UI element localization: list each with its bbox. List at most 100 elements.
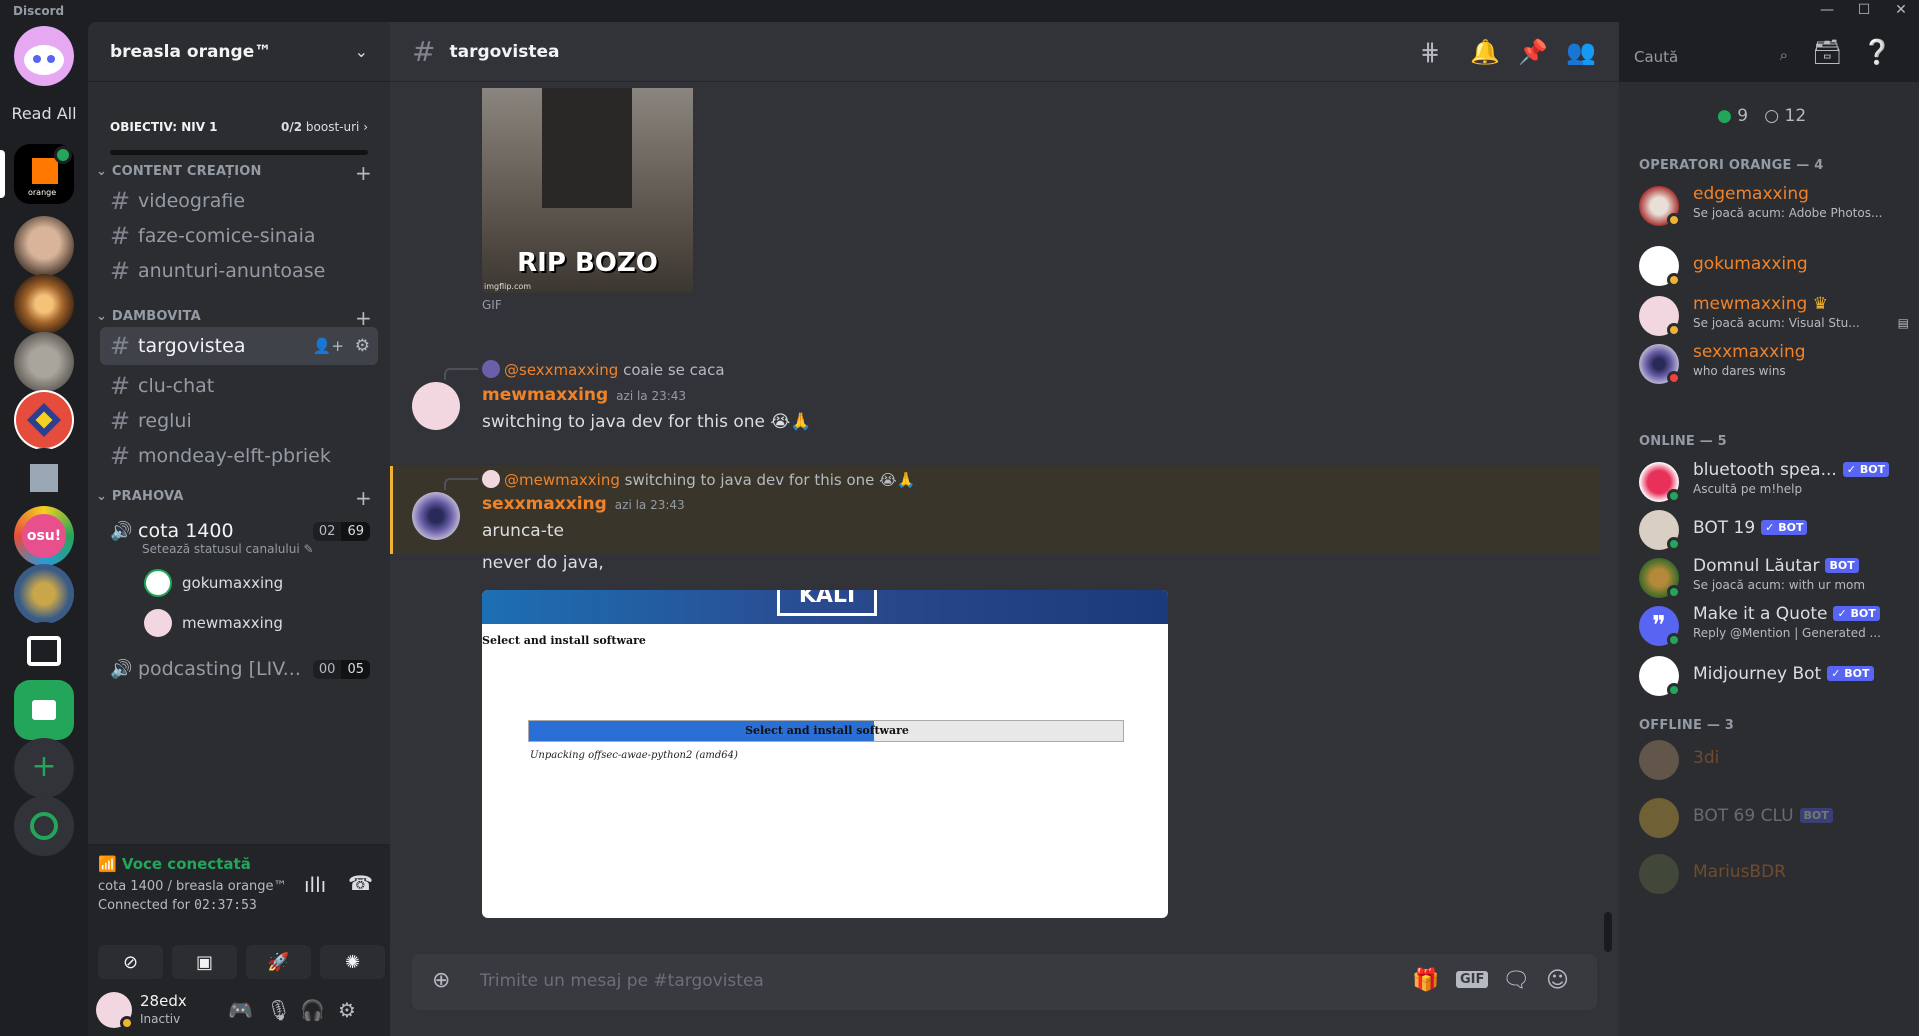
category-prahova[interactable]: ⌄ PRAHOVA + [96,486,382,510]
close-button[interactable]: ✕ [1886,2,1916,20]
voice-user-mewmaxxing[interactable]: mewmaxxing [144,608,283,638]
app-name: Discord [13,4,65,18]
inbox-icon[interactable]: 🗃 [1812,38,1842,66]
boost-goal[interactable]: OBIECTIV: NIV 1 0/2 boost-uri › [110,120,368,155]
message-author[interactable]: mewmaxxing [482,385,608,405]
message-timestamp: azi la 23:43 [616,389,687,403]
notification-bell-icon[interactable]: 🔔 [1470,38,1500,66]
category-content-creation[interactable]: ⌄ CONTENT CREAȚION + [96,161,382,185]
direct-messages-button[interactable] [14,26,74,86]
server-osu[interactable]: osu! [14,506,74,566]
member-make-it-a-quote[interactable]: ❞ Make it a Quote ✓ BOT Reply @Mention | G… [1639,602,1909,648]
message-timestamp: azi la 23:43 [614,498,685,512]
gif-attachment[interactable]: RIP BOZO imgflip.com [482,88,693,293]
bot-badge: BOT [1825,558,1859,573]
voice-location[interactable]: cota 1400 / breasla orange™ [98,879,287,894]
channel-mondeay-elft-pbriek[interactable]: # mondeay-elft-pbriek [100,437,378,475]
headphones-icon[interactable]: 🎧 [300,998,325,1022]
online-status-icon [1667,489,1681,503]
maximize-button[interactable]: ☐ [1849,2,1879,20]
channel-reglui[interactable]: # reglui [100,402,378,440]
soundboard-button[interactable]: ✺ [320,945,385,979]
message-composer[interactable]: ⊕ Trimite un mesaj pe #targovistea 🎁 GIF… [412,954,1597,1010]
bot-badge: ✓ BOT [1761,520,1808,535]
disconnect-icon[interactable]: ☎ [348,871,373,895]
bot-badge: ✓ BOT [1842,462,1890,477]
message-avatar[interactable] [412,382,460,430]
settings-gear-icon[interactable]: ⚙ [355,336,370,356]
member-sexxmaxxing[interactable]: sexxmaxxing who dares wins [1639,340,1909,386]
guild-header[interactable]: breasla orange™ ⌄ [88,22,390,82]
server-cat[interactable] [14,332,74,392]
sticker-icon[interactable]: 🗨 [1502,968,1530,993]
activities-button[interactable]: 🚀 [246,945,311,979]
server-meme[interactable] [14,564,74,624]
screen-share-button[interactable]: ▣ [172,945,237,979]
channel-anunturi-anuntoase[interactable]: # anunturi-anuntoase [100,252,378,290]
add-channel-button[interactable]: + [355,486,372,510]
channel-clu-chat[interactable]: # clu-chat [100,367,378,405]
member-list-icon[interactable]: 👥 [1566,38,1596,66]
pin-icon[interactable]: 📌 [1518,38,1548,66]
server-fire[interactable] [14,274,74,334]
member-3di[interactable]: 3di [1639,736,1909,782]
emoji-icon[interactable]: ☺ [1546,968,1569,993]
reply-preview[interactable]: @mewmaxxing switching to java dev for th… [482,470,915,489]
category-dambovita[interactable]: ⌄ DAMBOVITA + [96,306,382,330]
gamepad-icon[interactable]: 🎮 [228,998,253,1022]
member-mariusbdr[interactable]: MariusBDR [1639,850,1909,896]
voice-user-count: 00 05 [312,659,370,679]
user-name[interactable]: 28edx [140,992,187,1010]
scrollbar-thumb[interactable] [1604,912,1612,952]
member-bluetooth-speaker[interactable]: bluetooth spea... ✓ BOT Ascultă pe m!help [1639,458,1909,504]
member-gokumaxxing[interactable]: gokumaxxing [1639,242,1909,288]
noise-suppression-icon[interactable]: ıllı [304,873,326,897]
camera-off-button[interactable]: ⊘ [98,945,163,979]
member-name: Domnul Lăutar BOT [1693,556,1859,576]
add-server-button[interactable]: + [14,738,74,798]
server-box[interactable] [14,622,74,682]
hash-icon: # [110,407,131,435]
member-domnul-lautar[interactable]: Domnul Lăutar BOT Se joacă acum: with ur m… [1639,554,1909,600]
member-bot-69-clu[interactable]: BOT 69 CLU BOT [1639,794,1909,840]
message-avatar[interactable] [412,492,460,540]
upload-plus-icon[interactable]: ⊕ [432,968,450,993]
read-all-button[interactable]: Read All [6,104,82,123]
voice-status[interactable]: 📶 Voce conectată [98,855,251,873]
member-bot-19[interactable]: BOT 19 ✓ BOT [1639,506,1909,552]
kali-banner: KALI [482,590,1168,624]
discover-button[interactable] [14,796,74,856]
channel-videografie[interactable]: # videografie [100,182,378,220]
gif-picker-icon[interactable]: GIF [1456,971,1489,988]
server-pixel[interactable] [14,448,74,508]
server-colorful[interactable] [14,390,74,450]
chevron-down-icon: ⌄ [354,42,368,61]
message-author[interactable]: sexxmaxxing [482,494,607,514]
box-logo-icon [27,636,61,666]
user-settings-gear-icon[interactable]: ⚙ [338,998,356,1022]
help-icon[interactable]: ❔ [1862,38,1892,66]
server-folder[interactable] [14,680,74,740]
threads-icon[interactable]: ⋕ [1420,38,1440,66]
channel-faze-comice-sinaia[interactable]: # faze-comice-sinaia [100,217,378,255]
invite-icon[interactable]: 👤+ [313,337,344,355]
server-face[interactable] [14,216,74,276]
member-mewmaxxing[interactable]: mewmaxxing ♛ Se joacă acum: Visual Stu...… [1639,292,1909,338]
image-attachment[interactable]: KALI Select and install software Select … [482,590,1168,918]
orange-logo-icon [32,158,58,184]
microphone-icon[interactable]: 🎙 [266,998,291,1022]
message-text: switching to java dev for this one 😭🙏 [482,412,812,432]
gift-icon[interactable]: 🎁 [1412,968,1439,993]
soundboard-icon: ✺ [344,951,361,973]
voice-user-gokumaxxing[interactable]: gokumaxxing [144,568,283,598]
voice-channel-status[interactable]: Setează statusul canalului ✎ [142,542,314,556]
reply-preview[interactable]: @sexxmaxxing coaie se caca [482,360,725,379]
online-status-icon [1667,683,1681,697]
member-midjourney-bot[interactable]: Midjourney Bot ✓ BOT [1639,652,1909,698]
minimize-button[interactable]: — [1812,2,1842,20]
search-input[interactable]: Caută ⌕ [1626,42,1796,72]
channel-targovistea[interactable]: # targovistea 👤+ ⚙ [100,327,378,365]
pixel-logo-icon [30,464,58,492]
voice-channel-podcasting[interactable]: 🔊 podcasting [LIV... 00 05 [100,650,378,688]
member-edgemaxxing[interactable]: edgemaxxing Se joacă acum: Adobe Photos..… [1639,182,1909,228]
